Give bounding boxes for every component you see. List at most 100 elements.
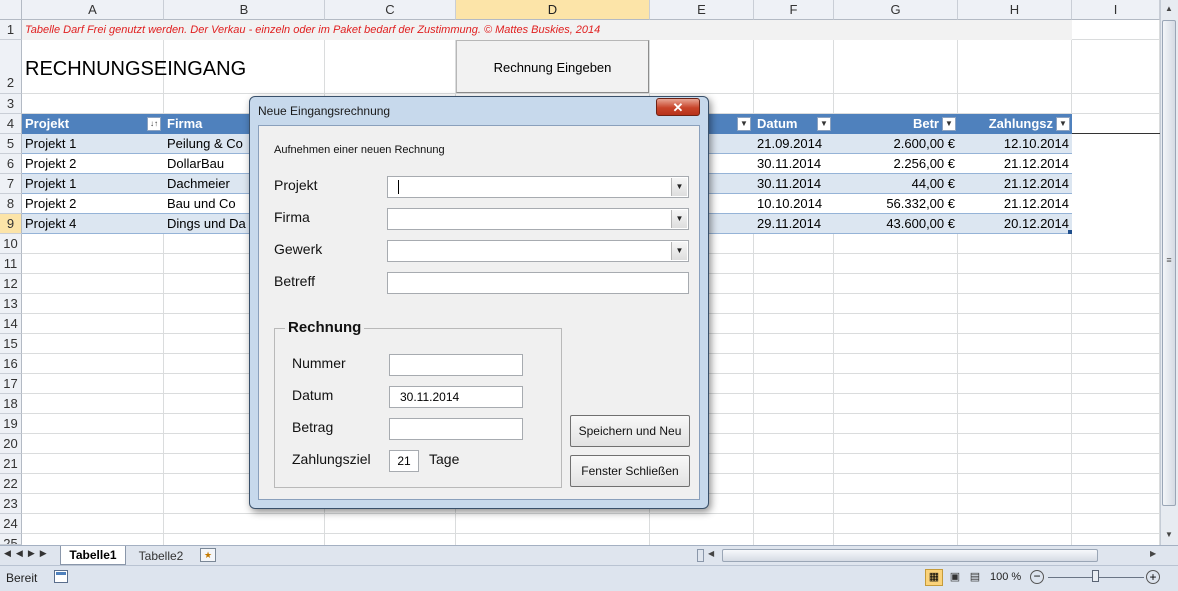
row-header[interactable]: 13 — [0, 294, 22, 314]
cell-datum[interactable]: 10.10.2014 — [754, 194, 834, 214]
datum-input[interactable]: 30.11.2014 — [389, 386, 523, 408]
tab-nav-icon[interactable]: ◀◀▶▶ — [4, 548, 52, 559]
cell-zahlungsziel[interactable]: 20.12.2014 — [958, 214, 1072, 234]
row-header[interactable]: 11 — [0, 254, 22, 274]
col-header-a[interactable]: A — [22, 0, 164, 20]
row-header[interactable]: 23 — [0, 494, 22, 514]
filter-sort-icon[interactable]: ↓↑ — [147, 117, 161, 131]
row-header[interactable]: 8 — [0, 194, 22, 214]
table-header-betrag[interactable]: Betr — [834, 114, 942, 134]
table-resize-handle[interactable] — [1068, 230, 1072, 234]
row-header[interactable]: 20 — [0, 434, 22, 454]
row-header[interactable]: 9 — [0, 214, 22, 234]
page-break-icon[interactable]: ▤ — [966, 569, 984, 586]
select-all-corner[interactable] — [0, 0, 22, 20]
row-header[interactable]: 5 — [0, 134, 22, 154]
row-header[interactable]: 25 — [0, 534, 22, 545]
cell-zahlungsziel[interactable]: 21.12.2014 — [958, 194, 1072, 214]
cell-zahlungsziel[interactable]: 21.12.2014 — [958, 174, 1072, 194]
cell-betrag[interactable]: 2.600,00 € — [834, 134, 958, 154]
cell-projekt[interactable]: Projekt 1 — [22, 174, 164, 194]
row-header[interactable]: 6 — [0, 154, 22, 174]
cell-datum[interactable]: 30.11.2014 — [754, 174, 834, 194]
zahlungsziel-input[interactable]: 21 — [389, 450, 419, 472]
cell-projekt[interactable]: Projekt 2 — [22, 154, 164, 174]
row-header[interactable]: 15 — [0, 334, 22, 354]
cell-datum[interactable]: 30.11.2014 — [754, 154, 834, 174]
row-header[interactable]: 7 — [0, 174, 22, 194]
tab-tabelle1[interactable]: Tabelle1 — [60, 546, 126, 565]
enter-invoice-button[interactable]: Rechnung Eingeben — [456, 40, 649, 93]
zoom-slider-thumb[interactable] — [1092, 570, 1099, 582]
cell-betrag[interactable]: 44,00 € — [834, 174, 958, 194]
projekt-combobox[interactable]: ▼ — [387, 176, 689, 198]
cell-betrag[interactable]: 2.256,00 € — [834, 154, 958, 174]
row-header[interactable]: 3 — [0, 94, 22, 114]
row-header[interactable]: 12 — [0, 274, 22, 294]
nummer-input[interactable] — [389, 354, 523, 376]
col-header-i[interactable]: I — [1072, 0, 1160, 20]
filter-dropdown-icon[interactable]: ▼ — [942, 117, 956, 131]
filter-dropdown-icon[interactable]: ▼ — [737, 117, 751, 131]
split-handle-icon[interactable] — [697, 549, 704, 562]
row-header[interactable]: 2 — [0, 40, 22, 94]
cell-datum[interactable]: 29.11.2014 — [754, 214, 834, 234]
close-icon[interactable]: ✕ — [656, 98, 700, 116]
cell-betrag[interactable]: 43.600,00 € — [834, 214, 958, 234]
chevron-down-icon[interactable]: ▼ — [671, 178, 687, 196]
row-header[interactable]: 4 — [0, 114, 22, 134]
page-layout-icon[interactable]: ▣ — [946, 569, 964, 586]
row-header[interactable]: 10 — [0, 234, 22, 254]
cell-projekt[interactable]: Projekt 4 — [22, 214, 164, 234]
scroll-down-icon[interactable]: ▼ — [1163, 530, 1175, 540]
zoom-out-icon[interactable]: − — [1030, 570, 1044, 584]
table-header-firma[interactable]: Firma — [164, 114, 254, 134]
row-header[interactable]: 1 — [0, 20, 22, 40]
sheet-title[interactable]: RECHNUNGSEINGANG — [22, 54, 322, 84]
betrag-input[interactable] — [389, 418, 523, 440]
cell-projekt[interactable]: Projekt 2 — [22, 194, 164, 214]
scroll-left-icon[interactable]: ◀ — [708, 549, 714, 558]
cell-betrag[interactable]: 56.332,00 € — [834, 194, 958, 214]
table-header-zahlungsziel[interactable]: Zahlungsz — [958, 114, 1056, 134]
table-header-projekt[interactable]: Projekt — [22, 114, 164, 134]
row-header[interactable]: 22 — [0, 474, 22, 494]
cell-zahlungsziel[interactable]: 12.10.2014 — [958, 134, 1072, 154]
zoom-in-icon[interactable]: + — [1146, 570, 1160, 584]
row-header[interactable]: 19 — [0, 414, 22, 434]
cell-zahlungsziel[interactable]: 21.12.2014 — [958, 154, 1072, 174]
col-header-c[interactable]: C — [325, 0, 456, 20]
close-window-button[interactable]: Fenster Schließen — [570, 455, 690, 487]
tab-tabelle2[interactable]: Tabelle2 — [130, 547, 192, 565]
betreff-input[interactable] — [387, 272, 689, 294]
filter-dropdown-icon[interactable]: ▼ — [817, 117, 831, 131]
row-header[interactable]: 18 — [0, 394, 22, 414]
macro-record-icon[interactable] — [54, 570, 68, 583]
row-header[interactable]: 16 — [0, 354, 22, 374]
col-header-f[interactable]: F — [754, 0, 834, 20]
firma-combobox[interactable]: ▼ — [387, 208, 689, 230]
save-and-new-button[interactable]: Speichern und Neu — [570, 415, 690, 447]
notice-text[interactable]: Tabelle Darf Frei genutzt werden. Der Ve… — [22, 20, 722, 40]
col-header-g[interactable]: G — [834, 0, 958, 20]
row-header[interactable]: 17 — [0, 374, 22, 394]
scroll-right-icon[interactable]: ▶ — [1150, 549, 1156, 558]
row-header[interactable]: 14 — [0, 314, 22, 334]
col-header-d[interactable]: D — [456, 0, 650, 20]
col-header-h[interactable]: H — [958, 0, 1072, 20]
scroll-up-icon[interactable]: ▲ — [1163, 4, 1175, 14]
col-header-e[interactable]: E — [650, 0, 754, 20]
chevron-down-icon[interactable]: ▼ — [671, 242, 687, 260]
cell-datum[interactable]: 21.09.2014 — [754, 134, 834, 154]
normal-view-icon[interactable]: ▦ — [925, 569, 943, 586]
new-sheet-icon[interactable]: ★ — [200, 548, 216, 562]
col-header-b[interactable]: B — [164, 0, 325, 20]
row-header[interactable]: 24 — [0, 514, 22, 534]
cell-projekt[interactable]: Projekt 1 — [22, 134, 164, 154]
gewerk-combobox[interactable]: ▼ — [387, 240, 689, 262]
filter-dropdown-icon[interactable]: ▼ — [1056, 117, 1070, 131]
chevron-down-icon[interactable]: ▼ — [671, 210, 687, 228]
row-header[interactable]: 21 — [0, 454, 22, 474]
zoom-level[interactable]: 100 % — [990, 571, 1021, 583]
horizontal-scroll-thumb[interactable] — [722, 549, 1098, 562]
